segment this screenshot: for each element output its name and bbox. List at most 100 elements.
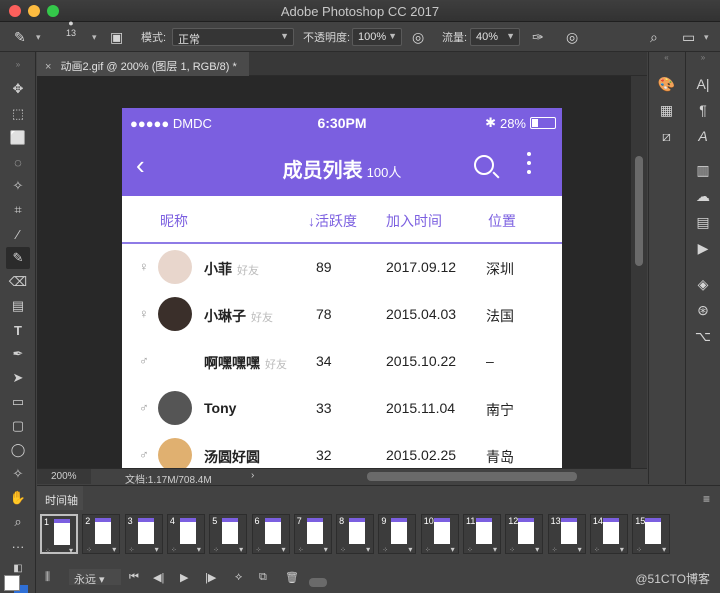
frame-disposal-icon[interactable]: ⁘ (171, 546, 177, 554)
move-tool-icon[interactable]: ✥ (6, 78, 30, 100)
panel-menu-icon[interactable]: ≡ (703, 492, 710, 506)
crop-tool-icon[interactable]: ⌗ (6, 199, 30, 221)
eraser-tool-icon[interactable]: ⌫ (6, 271, 30, 293)
animation-frame[interactable]: 6 ⁘ ▾ (251, 514, 290, 554)
chevron-down-icon[interactable]: ▾ (92, 22, 97, 52)
adjustments-panel-icon[interactable]: ▤ (686, 214, 720, 231)
chevron-down-icon[interactable]: ▾ (281, 545, 285, 554)
character-panel-icon[interactable]: A| (686, 76, 720, 92)
more-tools-icon[interactable]: ··· (6, 535, 30, 557)
status-chevron[interactable]: › (251, 470, 254, 481)
tween-icon[interactable]: ⟡ (235, 571, 242, 584)
zoom-tool-icon[interactable]: ⌕ (6, 511, 30, 533)
timeline-tab[interactable]: 时间轴 (37, 486, 83, 510)
frame-disposal-icon[interactable]: ⁘ (552, 546, 558, 554)
chevron-down-icon[interactable]: ▾ (451, 545, 455, 554)
chevron-down-icon[interactable]: ▾ (535, 545, 539, 554)
frame-disposal-icon[interactable]: ⁘ (382, 546, 388, 554)
actions-panel-icon[interactable]: ▶ (686, 240, 720, 257)
rounded-rectangle-tool-icon[interactable]: ▢ (6, 415, 30, 437)
chevron-down-icon[interactable]: ▾ (578, 545, 582, 554)
frame-disposal-icon[interactable]: ⁘ (594, 546, 600, 554)
animation-frame[interactable]: 9 ⁘ ▾ (378, 514, 417, 554)
chevron-down-icon[interactable]: ▾ (36, 22, 41, 52)
flow-field[interactable]: 40% ▼ (470, 28, 520, 46)
ellipse-tool-icon[interactable]: ◯ (6, 439, 30, 461)
paragraph-panel-icon[interactable]: ¶ (686, 102, 720, 118)
frame-disposal-icon[interactable]: ⁘ (129, 546, 135, 554)
frame-disposal-icon[interactable]: ⁘ (340, 546, 346, 554)
properties-panel-icon[interactable]: ▥ (686, 162, 720, 179)
horizontal-scrollbar-thumb[interactable] (367, 472, 577, 481)
workspace-icon[interactable]: ▭ (682, 22, 695, 52)
canvas-area[interactable]: ●●●●● DMDC 6:30PM ✱ 28% ‹ 成员列表 100人 昵称 ↓活… (37, 76, 631, 468)
path-selection-tool-icon[interactable]: ➤ (6, 367, 30, 389)
animation-frame[interactable]: 7 ⁘ ▾ (293, 514, 332, 554)
brush-panel-icon[interactable]: ▣ (110, 22, 123, 52)
frame-disposal-icon[interactable]: ⁘ (256, 546, 262, 554)
hand-tool-icon[interactable]: ✋ (6, 487, 30, 509)
opacity-field[interactable]: 100% ▼ (352, 28, 402, 46)
type-tool-icon[interactable]: T (6, 319, 30, 341)
animation-frame[interactable]: 4 ⁘ ▾ (166, 514, 205, 554)
duplicate-frame-icon[interactable]: ⧉ (259, 571, 267, 584)
glyphs-panel-icon[interactable]: A (686, 128, 720, 144)
animation-frame[interactable]: 3 ⁘ ▾ (124, 514, 163, 554)
chevron-down-icon[interactable]: ▾ (493, 545, 497, 554)
animation-frame[interactable]: 13 ⁘ ▾ (547, 514, 586, 554)
custom-shape-tool-icon[interactable]: ✧ (6, 463, 30, 485)
layers-panel-icon[interactable]: ◈ (686, 276, 720, 293)
animation-frame[interactable]: 15 ⁘ ▾ (632, 514, 671, 554)
next-frame-icon[interactable]: |▶ (205, 571, 216, 584)
chevron-down-icon[interactable]: ▾ (239, 545, 243, 554)
frame-disposal-icon[interactable]: ⁘ (45, 547, 51, 555)
chevron-down-icon[interactable]: ▾ (197, 545, 201, 554)
previous-frame-icon[interactable]: ◀| (153, 571, 164, 584)
lasso-tool-icon[interactable]: ◌ (6, 151, 30, 173)
eyedropper-tool-icon[interactable]: ⁄ (6, 223, 30, 245)
document-tab[interactable]: × 动画2.gif @ 200% (图层 1, RGB/8) * (37, 52, 249, 76)
brush-tool-icon[interactable]: ✎ (6, 247, 30, 269)
marquee-tool-icon[interactable]: ⬜ (6, 127, 30, 149)
play-icon[interactable]: ▶ (180, 571, 188, 584)
swatches-panel-icon[interactable]: ▦ (649, 102, 684, 119)
frame-disposal-icon[interactable]: ⁘ (467, 546, 473, 554)
gradient-tool-icon[interactable]: ▤ (6, 295, 30, 317)
chevron-down-icon[interactable]: ▾ (69, 546, 73, 555)
animation-frame[interactable]: 11 ⁘ ▾ (463, 514, 501, 554)
foreground-color-swatch[interactable] (4, 575, 20, 591)
chevron-down-icon[interactable]: ▾ (324, 545, 328, 554)
frame-disposal-icon[interactable]: ⁘ (509, 546, 515, 554)
delete-frame-icon[interactable]: 🗑 (285, 571, 299, 584)
magic-wand-tool-icon[interactable]: ✧ (6, 175, 30, 197)
collapse-icon[interactable]: » (6, 53, 30, 75)
frame-disposal-icon[interactable]: ⁘ (213, 546, 219, 554)
channels-panel-icon[interactable]: ⊛ (686, 302, 720, 319)
scrollbar-thumb[interactable] (635, 156, 643, 266)
brush-tool-icon[interactable]: ✎ (14, 22, 26, 52)
chevron-down-icon[interactable]: ▾ (620, 545, 624, 554)
vertical-scrollbar[interactable] (631, 76, 647, 468)
convert-timeline-icon[interactable]: ⫼ (45, 571, 50, 584)
animation-frame[interactable]: 2 ⁘ ▾ (82, 514, 121, 554)
chevron-down-icon[interactable]: ▾ (662, 545, 666, 554)
frame-disposal-icon[interactable]: ⁘ (636, 546, 642, 554)
chevron-down-icon[interactable]: ▾ (408, 545, 412, 554)
frame-disposal-icon[interactable]: ⁘ (86, 546, 92, 554)
animation-frame[interactable]: 14 ⁘ ▾ (589, 514, 628, 554)
pressure-opacity-icon[interactable]: ◎ (412, 22, 424, 52)
animation-frame[interactable]: 8 ⁘ ▾ (336, 514, 375, 554)
search-icon[interactable]: ⌕ (650, 22, 658, 52)
collapse-icon[interactable]: « (649, 53, 684, 62)
frame-disposal-icon[interactable]: ⁘ (298, 546, 304, 554)
collapse-icon[interactable]: » (686, 53, 720, 62)
zoom-field[interactable]: 200% (37, 469, 91, 484)
first-frame-icon[interactable]: ⏮ (129, 571, 139, 584)
animation-frame[interactable]: 5 ⁘ ▾ (209, 514, 248, 554)
artboard-tool-icon[interactable]: ⬚ (6, 103, 30, 125)
chevron-down-icon[interactable]: ▾ (112, 545, 116, 554)
mode-select[interactable]: 正常 ▼ (172, 28, 294, 46)
paths-panel-icon[interactable]: ⌥ (686, 328, 720, 345)
loop-select[interactable]: 永远 ▾ (69, 569, 121, 586)
pressure-size-icon[interactable]: ◎ (566, 22, 578, 52)
